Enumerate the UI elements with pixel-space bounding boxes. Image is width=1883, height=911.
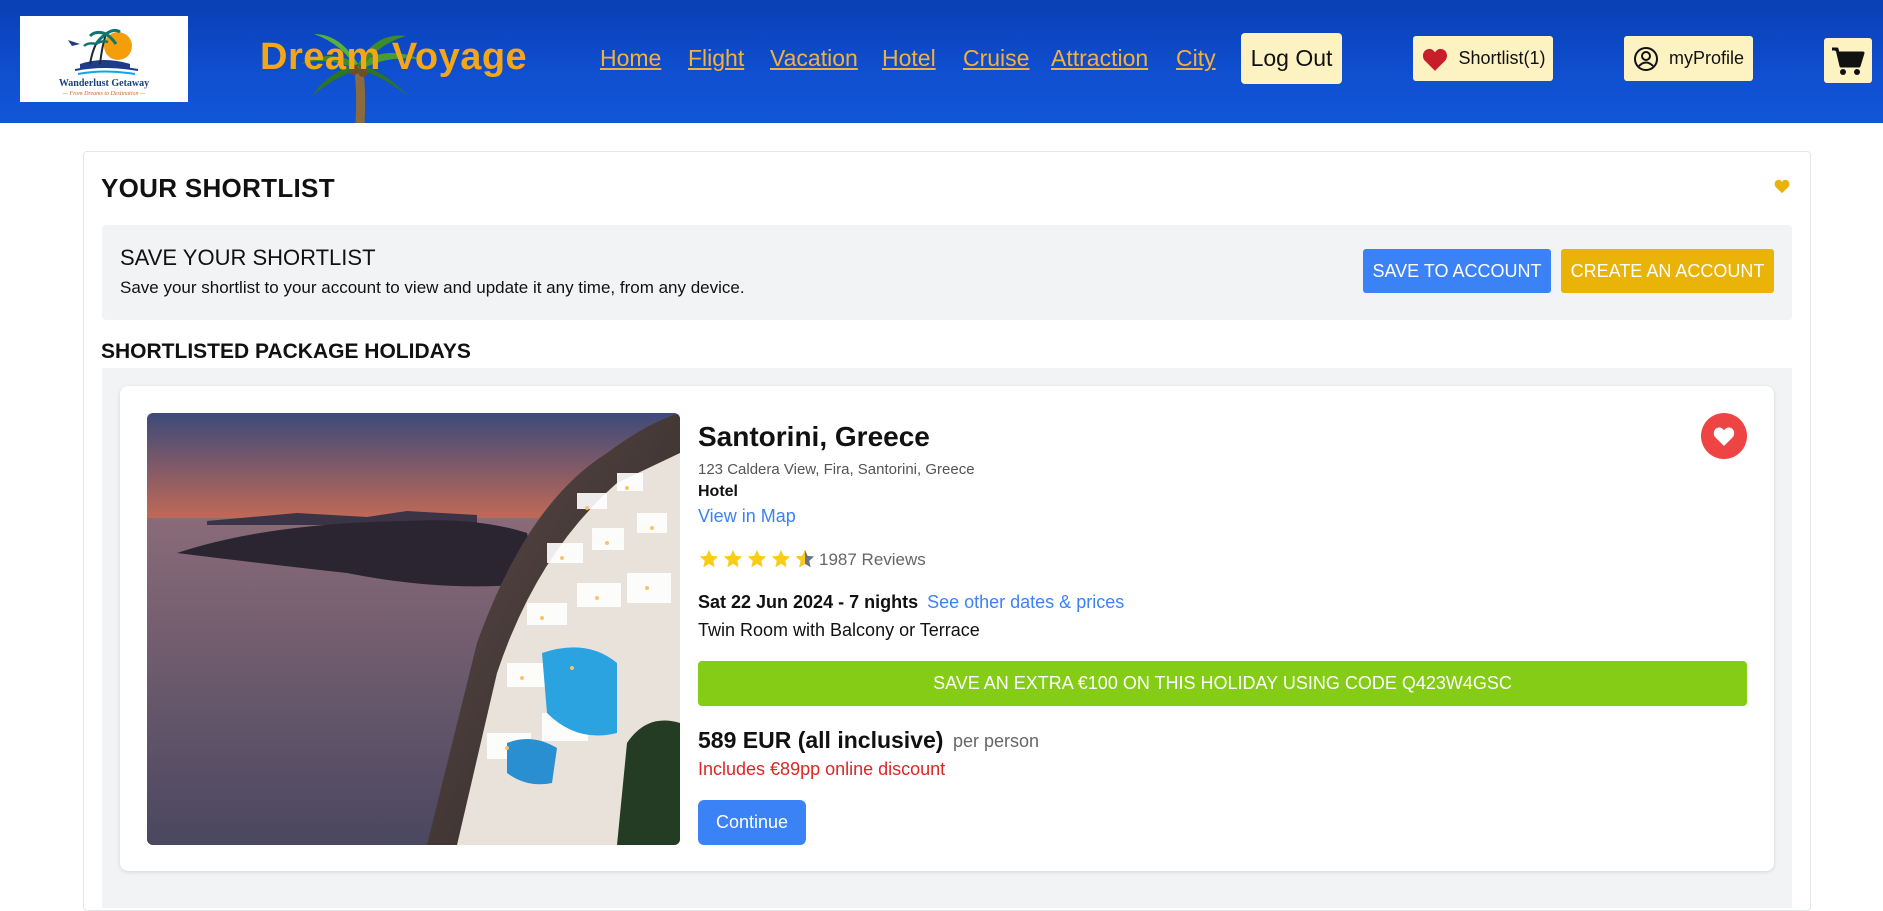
hotel-image[interactable] [147, 413, 680, 845]
profile-label: myProfile [1668, 48, 1744, 68]
package-dates: Sat 22 Jun 2024 - 7 nights See other dat… [698, 592, 1124, 613]
view-in-map-link[interactable]: View in Map [698, 506, 796, 527]
save-shortlist-description: Save your shortlist to your account to v… [120, 278, 745, 297]
heart-icon [1423, 48, 1448, 71]
nav-city[interactable]: City [1176, 45, 1216, 72]
star-icon [747, 549, 767, 568]
user-circle-icon [1633, 46, 1658, 71]
shortlist-button[interactable]: Shortlist(1) [1413, 36, 1553, 81]
other-dates-link[interactable]: See other dates & prices [927, 592, 1124, 612]
cart-icon [1832, 47, 1865, 75]
continue-button[interactable]: Continue [698, 800, 806, 845]
page-title: YOUR SHORTLIST [101, 173, 335, 203]
nav-cruise[interactable]: Cruise [963, 45, 1029, 72]
nav-hotel[interactable]: Hotel [882, 45, 936, 72]
save-shortlist-title: SAVE YOUR SHORTLIST [120, 245, 376, 270]
star-icon [771, 549, 791, 568]
logo[interactable]: Wanderlust Getaway — From Dreams to Dest… [20, 16, 188, 102]
package-title[interactable]: Santorini, Greece [698, 421, 930, 453]
review-count[interactable]: 1987 Reviews [819, 550, 926, 570]
promo-banner: SAVE AN EXTRA €100 ON THIS HOLIDAY USING… [698, 661, 1747, 706]
profile-button[interactable]: myProfile [1624, 36, 1753, 81]
discount-note: Includes €89pp online discount [698, 759, 946, 779]
shortlist-label: Shortlist(1) [1458, 48, 1546, 68]
price-unit: per person [953, 731, 1040, 751]
package-address: 123 Caldera View, Fira, Santorini, Greec… [698, 461, 975, 478]
cart-button[interactable] [1824, 38, 1872, 83]
logo-graphic [68, 28, 139, 75]
santorini-photo [147, 413, 680, 845]
heart-icon [1713, 427, 1735, 446]
section-title: SHORTLISTED PACKAGE HOLIDAYS [101, 340, 471, 363]
package-price: 589 EUR (all inclusive) [698, 727, 944, 753]
travel-dates: Sat 22 Jun 2024 - 7 nights [698, 592, 919, 612]
save-to-account-button[interactable]: SAVE TO ACCOUNT [1363, 249, 1551, 293]
remove-favorite-button[interactable] [1701, 413, 1747, 459]
room-type: Twin Room with Balcony or Terrace [698, 620, 980, 640]
half-star-icon [795, 549, 815, 568]
nav-vacation[interactable]: Vacation [770, 45, 858, 72]
logo-name: Wanderlust Getaway [58, 78, 150, 89]
logo-tagline: — From Dreams to Destination — [62, 91, 146, 97]
nav-flight[interactable]: Flight [688, 45, 744, 72]
create-account-button[interactable]: CREATE AN ACCOUNT [1561, 249, 1774, 293]
nav-attraction[interactable]: Attraction [1051, 45, 1148, 72]
brand-name[interactable]: Dream Voyage [260, 36, 527, 79]
logout-button[interactable]: Log Out [1241, 33, 1342, 84]
star-icon [699, 549, 719, 568]
star-rating [698, 548, 816, 570]
nav-home[interactable]: Home [600, 45, 661, 72]
heart-icon [1774, 179, 1790, 194]
package-type: Hotel [698, 483, 738, 500]
site-header: Wanderlust Getaway — From Dreams to Dest… [0, 0, 1883, 123]
star-icon [723, 549, 743, 568]
